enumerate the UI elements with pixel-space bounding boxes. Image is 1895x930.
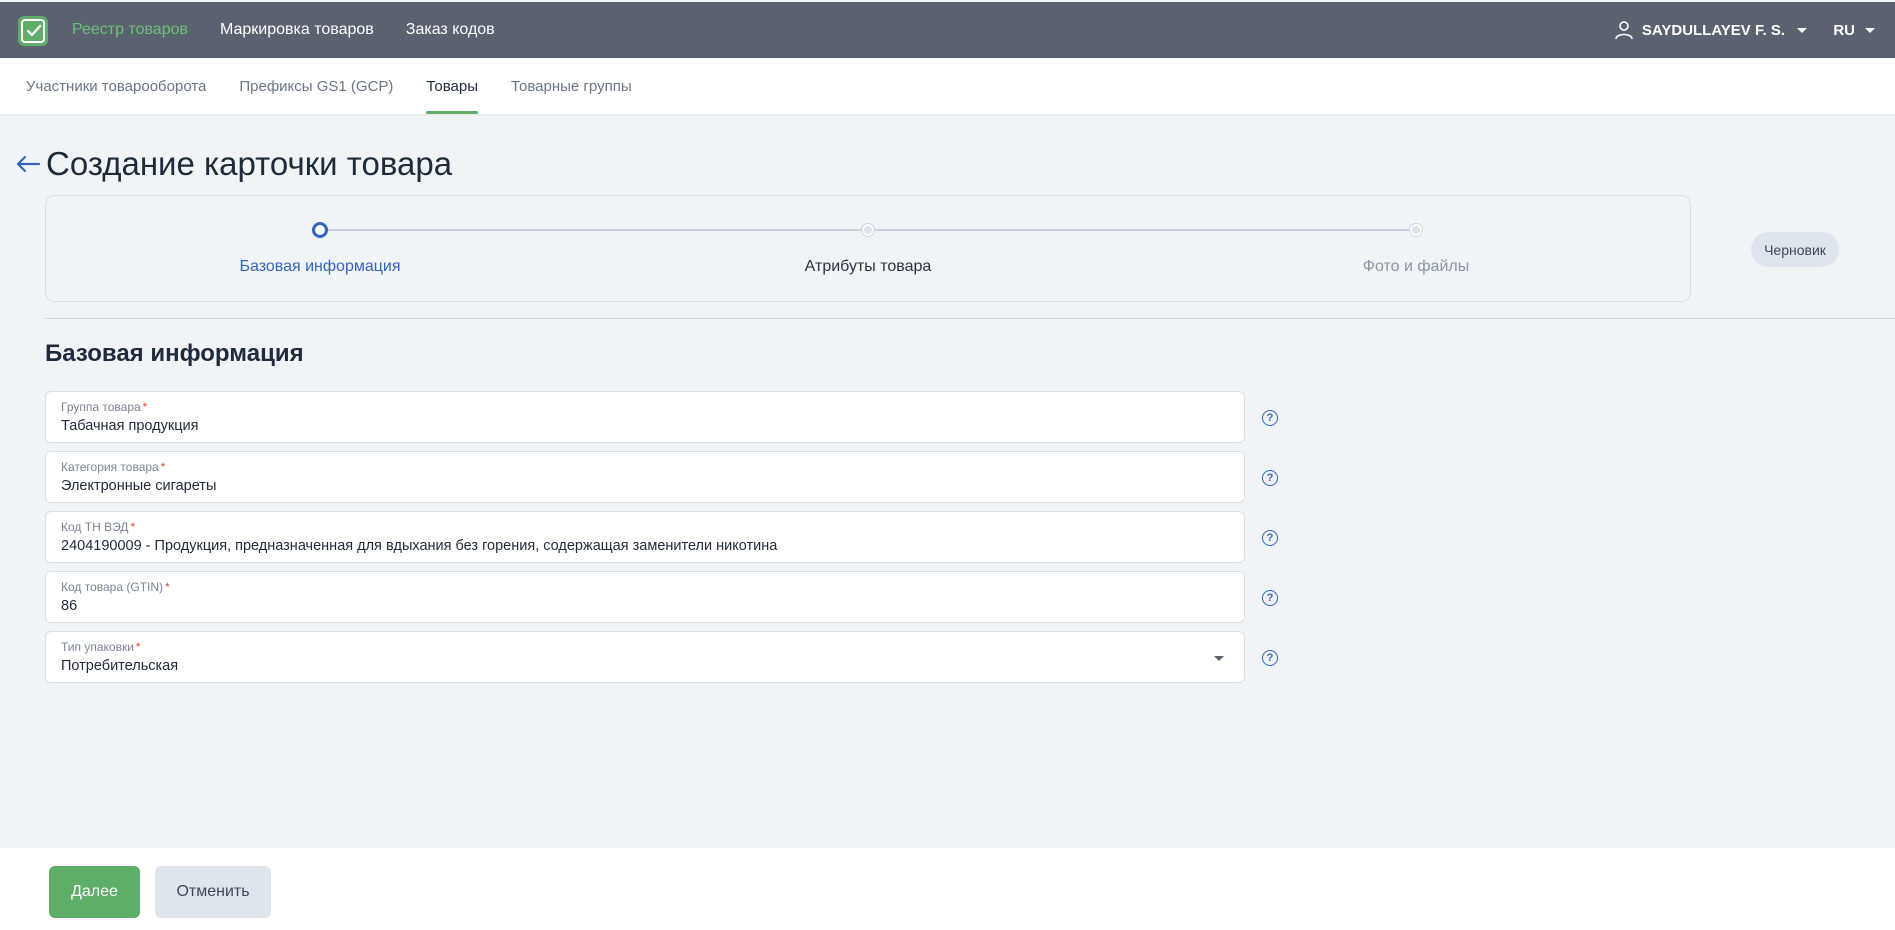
field-value: Табачная продукция [61,418,199,434]
tab-gs1-prefixes[interactable]: Префиксы GS1 (GCP) [239,58,393,114]
nav-item-code-order[interactable]: Заказ кодов [406,21,495,39]
user-menu[interactable]: SAYDULLAYEV F. S. [1614,2,1807,58]
field-label: Группа товара * [61,400,148,414]
step-connector [320,229,868,231]
step-label-attributes[interactable]: Атрибуты товара [805,258,932,276]
step-label-basic-info[interactable]: Базовая информация [240,258,401,276]
field-value: Потребительская [61,658,179,674]
language-selector[interactable]: RU [1833,2,1875,58]
step-dot-photos-files[interactable] [1410,224,1422,236]
language-label: RU [1833,21,1855,39]
field-label: Категория товара * [61,460,166,474]
status-badge: Черновик [1751,232,1839,267]
help-icon[interactable]: ? [1262,650,1278,666]
chevron-down-icon [1797,27,1807,33]
field-label: Код ТН ВЭД * [61,520,136,534]
help-icon[interactable]: ? [1262,530,1278,546]
section-divider [45,318,1895,319]
help-icon[interactable]: ? [1262,470,1278,486]
step-label-photos-files[interactable]: Фото и файлы [1363,258,1469,276]
gtin-code-field[interactable]: Код товара (GTIN) * 86 [45,571,1245,623]
field-value: 86 [61,598,78,614]
user-name: SAYDULLAYEV F. S. [1641,21,1785,39]
field-value: Электронные сигареты [61,478,217,494]
back-arrow-icon[interactable] [14,150,42,178]
app-logo-icon[interactable] [18,16,48,46]
step-dot-basic-info[interactable] [312,222,328,238]
nav-item-product-marking[interactable]: Маркировка товаров [220,21,374,39]
product-category-field[interactable]: Категория товара * Электронные сигареты [45,451,1245,503]
tab-product-groups[interactable]: Товарные группы [511,58,632,114]
help-icon[interactable]: ? [1262,590,1278,606]
sub-navbar: Участники товарооборота Префиксы GS1 (GC… [0,58,1895,114]
top-navbar: Реестр товаров Маркировка товаров Заказ … [0,2,1895,58]
section-title: Базовая информация [45,340,304,367]
product-group-field[interactable]: Группа товара * Табачная продукция [45,391,1245,443]
package-type-select[interactable]: Тип упаковки * Потребительская [45,631,1245,683]
chevron-down-icon [1865,27,1875,33]
nav-item-product-registry[interactable]: Реестр товаров [72,21,188,39]
tab-products[interactable]: Товары [426,58,478,114]
help-icon[interactable]: ? [1262,410,1278,426]
user-icon [1615,21,1633,40]
footer-actions: Далее Отменить [0,848,1895,930]
page-title: Создание карточки товара [46,145,453,182]
next-button[interactable]: Далее [49,866,140,918]
progress-stepper: Базовая информация Атрибуты товара Фото … [45,195,1691,302]
main-nav: Реестр товаров Маркировка товаров Заказ … [72,2,495,58]
tab-participants[interactable]: Участники товарооборота [26,58,206,114]
chevron-down-icon[interactable] [1214,656,1224,661]
step-connector [868,229,1416,231]
cancel-button[interactable]: Отменить [155,866,271,918]
step-dot-attributes[interactable] [862,224,874,236]
field-value: 2404190009 - Продукция, предназначенная … [61,538,778,554]
field-label: Тип упаковки * [61,640,141,654]
field-label: Код товара (GTIN) * [61,580,170,594]
tn-ved-code-field[interactable]: Код ТН ВЭД * 2404190009 - Продукция, пред… [45,511,1245,563]
